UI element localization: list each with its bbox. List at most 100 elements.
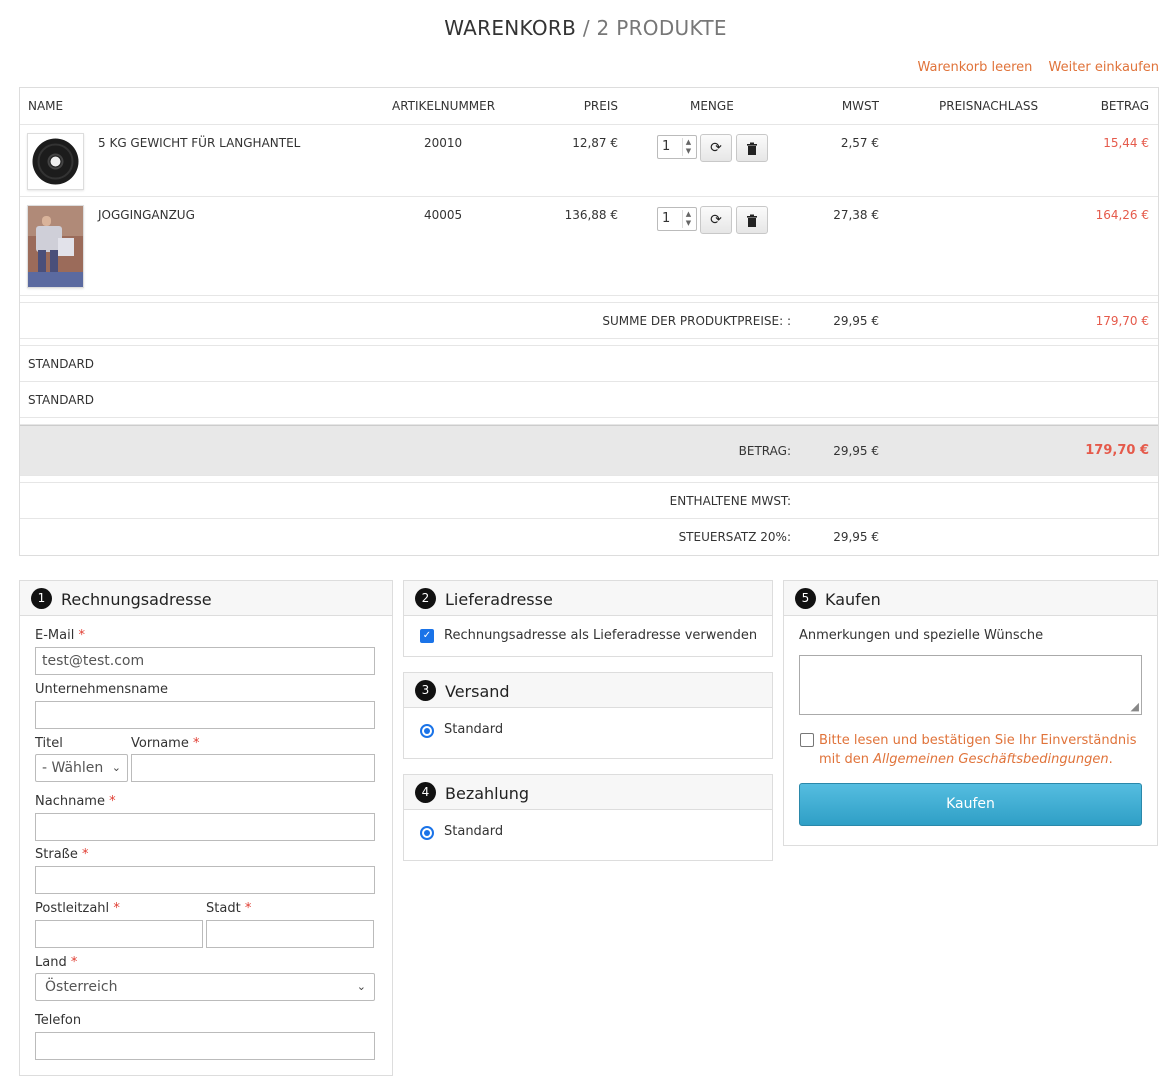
trash-icon xyxy=(747,214,757,227)
subtotal-vat: 29,95 € xyxy=(833,314,879,328)
same-address-checkbox[interactable]: ✓ xyxy=(420,629,434,643)
salutation-value: - Wählen xyxy=(42,760,104,776)
terms-end: . xyxy=(1108,752,1113,767)
shipping-address-header: 2 Lieferadresse xyxy=(404,581,772,616)
notes-textarea[interactable]: ◢ xyxy=(799,655,1142,715)
product-name[interactable]: JOGGINGANZUG xyxy=(98,208,195,222)
step-number: 3 xyxy=(415,680,436,701)
cart-actions: Warenkorb leeren Weiter einkaufen xyxy=(905,60,1159,75)
purchase-title: Kaufen xyxy=(825,590,881,609)
product-name[interactable]: 5 KG GEWICHT FÜR LANGHANTEL xyxy=(98,136,300,150)
quantity-input[interactable]: 1 ▲ ▼ xyxy=(657,135,697,159)
delete-button[interactable] xyxy=(736,206,768,234)
required-mark: * xyxy=(113,901,120,916)
required-mark: * xyxy=(192,736,200,751)
clear-cart-link[interactable]: Warenkorb leeren xyxy=(917,60,1032,75)
refresh-button[interactable]: ⟳ xyxy=(700,134,732,162)
tax-rate-value: 29,95 € xyxy=(833,530,879,544)
phone-field[interactable] xyxy=(35,1032,375,1060)
subtotal-amount: 179,70 € xyxy=(1095,314,1149,328)
salutation-select[interactable]: - Wählen ⌄ xyxy=(35,754,128,782)
quantity-value: 1 xyxy=(662,139,671,154)
terms-text-line-1: Bitte lesen und bestätigen Sie Ihr Einve… xyxy=(819,733,1137,748)
delivery-option-label[interactable]: Standard xyxy=(444,722,503,737)
included-vat-row: ENTHALTENE MWST: xyxy=(20,483,1158,519)
col-vat: MWST xyxy=(841,99,879,113)
email-label: E-Mail * xyxy=(35,628,85,643)
col-name: NAME xyxy=(28,99,64,113)
total-amount: 179,70 € xyxy=(1085,443,1149,458)
step-number: 1 xyxy=(31,588,52,609)
subtotal-label: SUMME DER PRODUKTPREISE: : xyxy=(602,314,791,328)
firstname-field[interactable] xyxy=(131,754,375,782)
tax-rate-label: STEUERSATZ 20%: xyxy=(678,530,791,544)
chevron-down-icon: ⌄ xyxy=(356,980,366,993)
purchase-header: 5 Kaufen xyxy=(784,581,1157,616)
payment-row: STANDARD xyxy=(20,382,1158,418)
spacer xyxy=(20,296,1158,303)
delete-button[interactable] xyxy=(736,134,768,162)
continue-shopping-link[interactable]: Weiter einkaufen xyxy=(1049,60,1159,75)
street-label-text: Straße xyxy=(35,847,78,862)
terms-checkbox[interactable] xyxy=(800,733,814,747)
table-header: NAME ARTIKELNUMMER PREIS MENGE MWST PREI… xyxy=(20,88,1158,125)
company-field[interactable] xyxy=(35,701,375,729)
col-qty: MENGE xyxy=(690,99,734,113)
buy-button[interactable]: Kaufen xyxy=(799,783,1142,826)
lastname-label: Nachname * xyxy=(35,794,116,809)
col-amount: BETRAG xyxy=(1100,99,1149,113)
required-mark: * xyxy=(82,847,89,862)
same-address-label[interactable]: Rechnungsadresse als Lieferadresse verwe… xyxy=(444,628,757,643)
spacer xyxy=(20,476,1158,483)
quantity-value: 1 xyxy=(662,211,671,226)
total-row: BETRAG: 29,95 € 179,70 € xyxy=(20,425,1158,476)
chevron-down-icon: ⌄ xyxy=(111,761,121,774)
billing-title: Rechnungsadresse xyxy=(61,590,212,609)
required-mark: * xyxy=(78,628,85,643)
payment-panel: 4 Bezahlung Standard xyxy=(403,774,773,861)
lastname-label-text: Nachname xyxy=(35,794,105,809)
lastname-field[interactable] xyxy=(35,813,375,841)
shipping-row: STANDARD xyxy=(20,346,1158,382)
product-image[interactable] xyxy=(27,205,84,288)
phone-label: Telefon xyxy=(35,1013,82,1028)
country-select[interactable]: Österreich ⌄ xyxy=(35,973,375,1001)
country-label: Land * xyxy=(35,955,77,970)
quantity-spinner[interactable]: ▲ ▼ xyxy=(682,138,694,156)
payment-header: 4 Bezahlung xyxy=(404,775,772,810)
total-label: BETRAG: xyxy=(738,444,791,458)
required-mark: * xyxy=(109,794,116,809)
zip-field[interactable] xyxy=(35,920,203,948)
billing-header: 1 Rechnungsadresse xyxy=(20,581,392,616)
col-price: PREIS xyxy=(583,99,618,113)
col-sku: ARTIKELNUMMER xyxy=(392,99,496,113)
table-row: JOGGINGANZUG 40005 136,88 € 1 ▲ ▼ ⟳ 27,38 … xyxy=(20,197,1158,296)
country-value: Österreich xyxy=(45,979,118,995)
billing-panel: 1 Rechnungsadresse E-Mail * test@test.co… xyxy=(19,580,393,1076)
subtotal-row: SUMME DER PRODUKTPREISE: : 29,95 € 179,7… xyxy=(20,303,1158,339)
street-field[interactable] xyxy=(35,866,375,894)
step-number: 4 xyxy=(415,782,436,803)
terms-link[interactable]: Allgemeinen Geschäftsbedingungen xyxy=(873,752,1108,767)
cart-table: NAME ARTIKELNUMMER PREIS MENGE MWST PREI… xyxy=(19,87,1159,556)
product-amount: 15,44 € xyxy=(1103,136,1149,150)
purchase-panel: 5 Kaufen Anmerkungen und spezielle Wünsc… xyxy=(783,580,1158,846)
required-mark: * xyxy=(244,901,252,916)
refresh-button[interactable]: ⟳ xyxy=(700,206,732,234)
quantity-spinner[interactable]: ▲ ▼ xyxy=(682,210,694,228)
delivery-title: Versand xyxy=(445,682,510,701)
email-field[interactable]: test@test.com xyxy=(35,647,375,675)
city-label: Stadt * xyxy=(206,901,251,916)
country-label-text: Land xyxy=(35,955,67,970)
payment-option-label[interactable]: Standard xyxy=(444,824,503,839)
salutation-label: Titel xyxy=(35,736,63,751)
quantity-input[interactable]: 1 ▲ ▼ xyxy=(657,207,697,231)
product-image[interactable] xyxy=(27,133,84,190)
payment-label: STANDARD xyxy=(28,393,95,407)
city-field[interactable] xyxy=(206,920,374,948)
total-vat: 29,95 € xyxy=(833,444,879,458)
delivery-standard-radio[interactable] xyxy=(420,724,434,738)
resize-handle-icon[interactable]: ◢ xyxy=(1131,694,1139,720)
payment-standard-radio[interactable] xyxy=(420,826,434,840)
product-amount: 164,26 € xyxy=(1095,208,1149,222)
